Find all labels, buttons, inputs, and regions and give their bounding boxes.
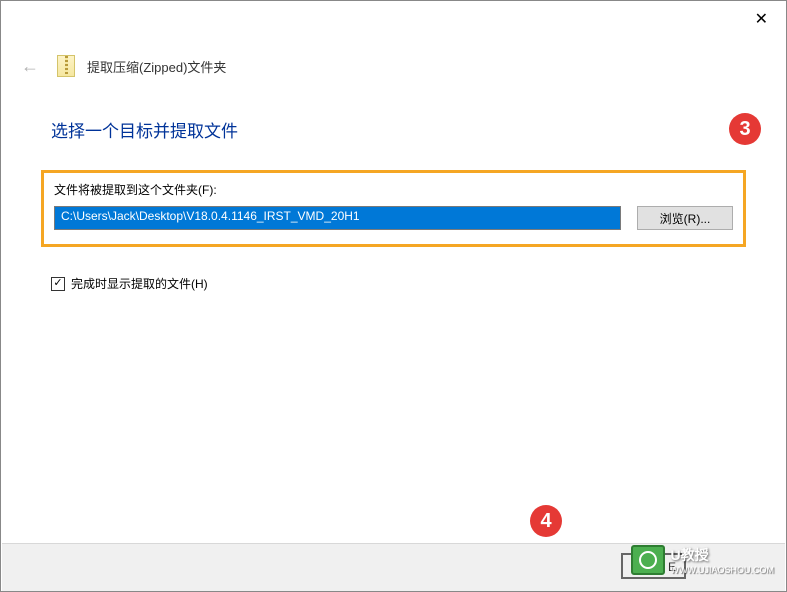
close-icon[interactable]: ✕ [755,9,768,29]
page-heading: 选择一个目标并提取文件 [1,77,786,142]
destination-highlight: 文件将被提取到这个文件夹(F): C:\Users\Jack\Desktop\V… [41,170,746,247]
watermark-icon [631,545,665,575]
watermark: U教授 WWW.UJIAOSHOU.COM [631,545,775,575]
show-files-label: 完成时显示提取的文件(H) [71,275,208,292]
destination-label: 文件将被提取到这个文件夹(F): [54,181,733,198]
watermark-url: WWW.UJIAOSHOU.COM [671,565,775,575]
wizard-title: 提取压缩(Zipped)文件夹 [87,57,226,76]
browse-button[interactable]: 浏览(R)... [637,206,733,230]
annotation-badge-3: 3 [729,113,761,145]
destination-path-input[interactable]: C:\Users\Jack\Desktop\V18.0.4.1146_IRST_… [54,206,621,230]
annotation-badge-4: 4 [530,505,562,537]
wizard-header: ← 提取压缩(Zipped)文件夹 [1,41,786,77]
show-files-checkbox[interactable]: ✓ [51,277,65,291]
watermark-brand: U教授 [671,545,775,565]
zip-folder-icon [57,55,75,77]
back-arrow-icon: ← [21,56,39,77]
